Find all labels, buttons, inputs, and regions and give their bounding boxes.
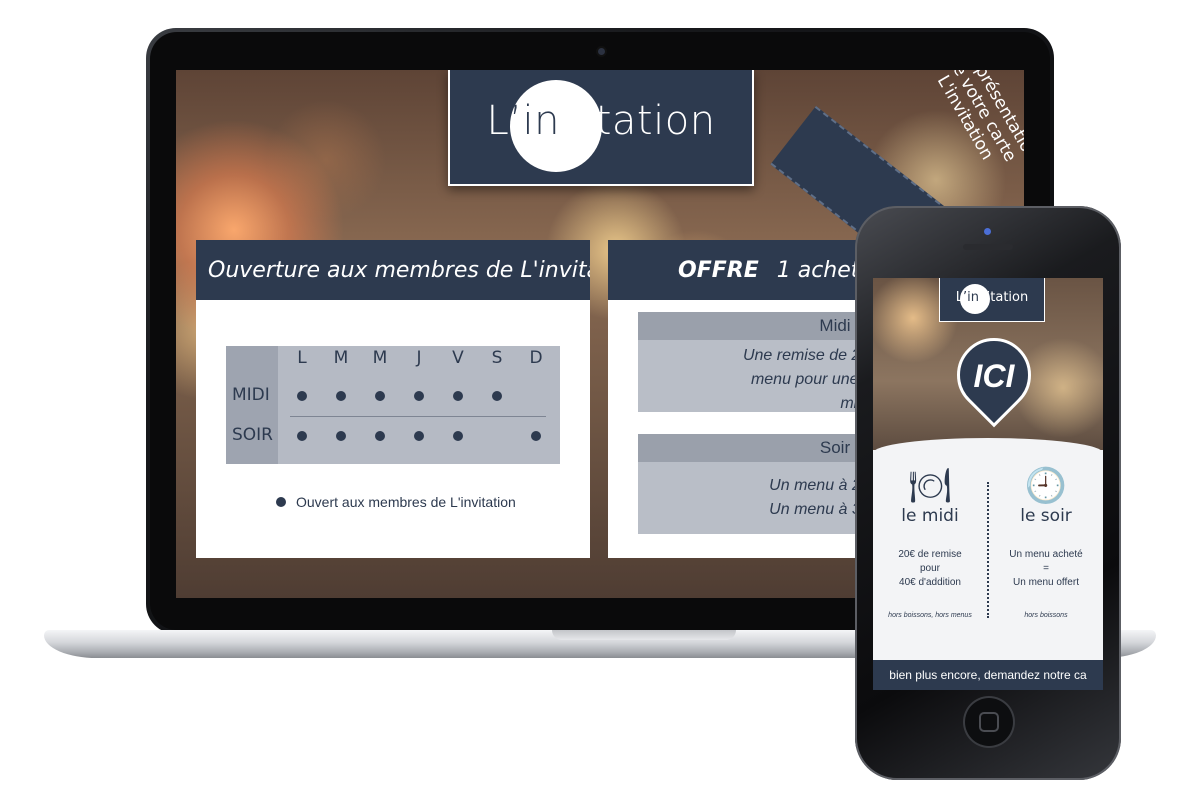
ribbon-text: Sur présentation de votre carte L'invita… (932, 70, 1024, 166)
opening-title: Ouverture aux membres de L'invitation (196, 240, 590, 300)
schedule-dot (336, 391, 346, 401)
schedule-dot (336, 431, 346, 441)
schedule-day-5: S (491, 348, 503, 368)
schedule-day-6: D (529, 348, 543, 368)
schedule-dot (375, 391, 385, 401)
schedule-row-label: MIDI (232, 385, 270, 405)
phone-camera (984, 228, 991, 235)
schedule-day-3: J (416, 348, 422, 368)
laptop-camera (598, 48, 605, 55)
schedule-dot (297, 431, 307, 441)
schedule-day-1: M (333, 348, 349, 368)
schedule-day-4: V (452, 348, 464, 368)
lunch-column: 🍽 le midi 20€ de remise pour 40€ d'addit… (875, 466, 985, 619)
schedule-dot (492, 391, 502, 401)
schedule-legend: Ouvert aux membres de L'invitation (276, 494, 516, 510)
menu-divider (987, 482, 989, 618)
opening-panel: Ouverture aux membres de L'invitation L M… (196, 240, 590, 558)
phone-footer[interactable]: bien plus encore, demandez notre ca (873, 660, 1103, 690)
schedule-table: L M M J V S D MIDI SOIR (226, 346, 560, 464)
schedule-day-0: L (297, 348, 307, 368)
site-logo[interactable]: L’invitation (448, 70, 754, 186)
phone-screen: L’invitation ICI 🍽 le midi 20€ de remise… (873, 278, 1103, 690)
schedule-row-label: SOIR (232, 425, 273, 445)
bullet-dot-icon (276, 497, 286, 507)
phone-speaker (963, 244, 1013, 250)
schedule-dot (375, 431, 385, 441)
schedule-dot (531, 431, 541, 441)
clock-plate-icon: 🕘 (1024, 466, 1068, 506)
schedule-dot (297, 391, 307, 401)
schedule-dot (453, 431, 463, 441)
phone-logo[interactable]: L’invitation (939, 278, 1045, 322)
plate-fork-knife-icon: 🍽 (908, 466, 952, 506)
home-button[interactable] (965, 698, 1013, 746)
schedule-day-2: M (372, 348, 388, 368)
schedule-dot (414, 431, 424, 441)
schedule-dot (414, 391, 424, 401)
dinner-column: 🕘 le soir Un menu acheté = Un menu offer… (991, 466, 1101, 619)
pin-label: ICI (973, 358, 1015, 394)
schedule-dot (453, 391, 463, 401)
